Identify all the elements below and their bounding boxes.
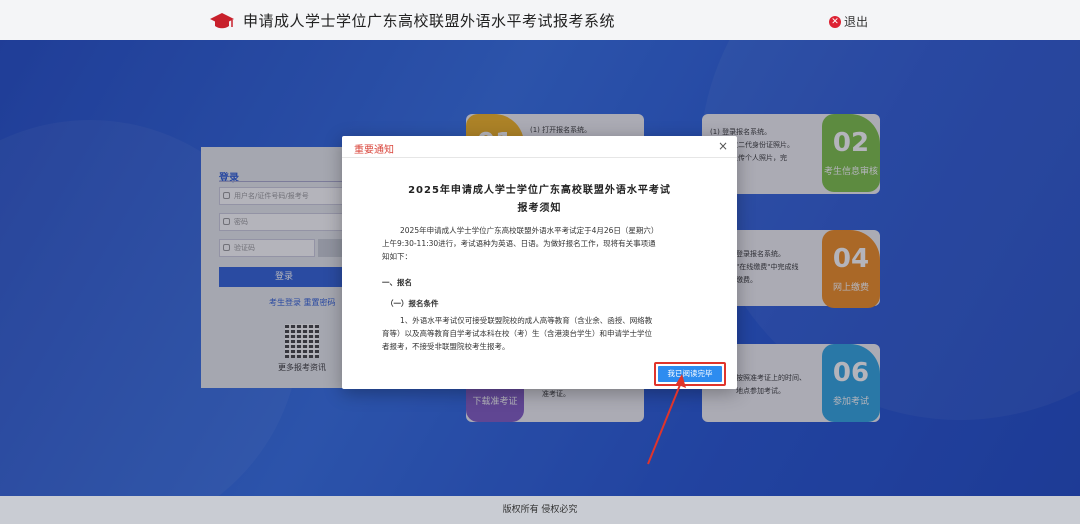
condition-line: 者报考，不接受非联盟院校考生报考。 [382,342,510,351]
section-heading: 一、报名 [382,278,412,287]
site-title: 申请成人学士学位广东高校联盟外语水平考试报考系统 [243,12,616,30]
subsection-heading: （一）报名条件 [386,299,439,308]
condition-line: 育等）以及高等教育自学考试本科在校（考）生（含港澳台学生）和申请学士学位 [382,329,652,338]
intro-line: 上午9:30-11:30进行，考试语种为英语、日语。为做好报名工作，现将有关事项… [382,239,656,248]
logout-label: 退出 [844,15,869,29]
doc-subtitle: 报考须知 [517,203,562,214]
intro-line: 2025年申请成人学士学位广东高校联盟外语水平考试定于4月26日（星期六） [400,226,659,235]
modal-title: 重要通知 [354,145,394,156]
graduation-cap-icon [210,13,234,29]
annotation-arrow-icon [647,374,686,465]
logout-button[interactable]: ✕ 退出 [829,13,868,30]
logout-icon: ✕ [829,15,841,28]
doc-title: 2025年申请成人学士学位广东高校联盟外语水平考试 [408,185,671,196]
intro-line: 知如下： [382,252,412,261]
modal-header: 重要通知 × [342,136,737,158]
notice-modal: 重要通知 × 2025年申请成人学士学位广东高校联盟外语水平考试 报考须知 20… [342,136,737,389]
condition-line: 1、外语水平考试仅可接受联盟院校的成人高等教育（含业余、函授、网络教 [400,316,653,325]
close-icon[interactable]: × [718,139,728,153]
footer: 版权所有 侵权必究 [0,496,1080,524]
header-bar: 申请成人学士学位广东高校联盟外语水平考试报考系统 ✕ 退出 [0,0,1080,40]
